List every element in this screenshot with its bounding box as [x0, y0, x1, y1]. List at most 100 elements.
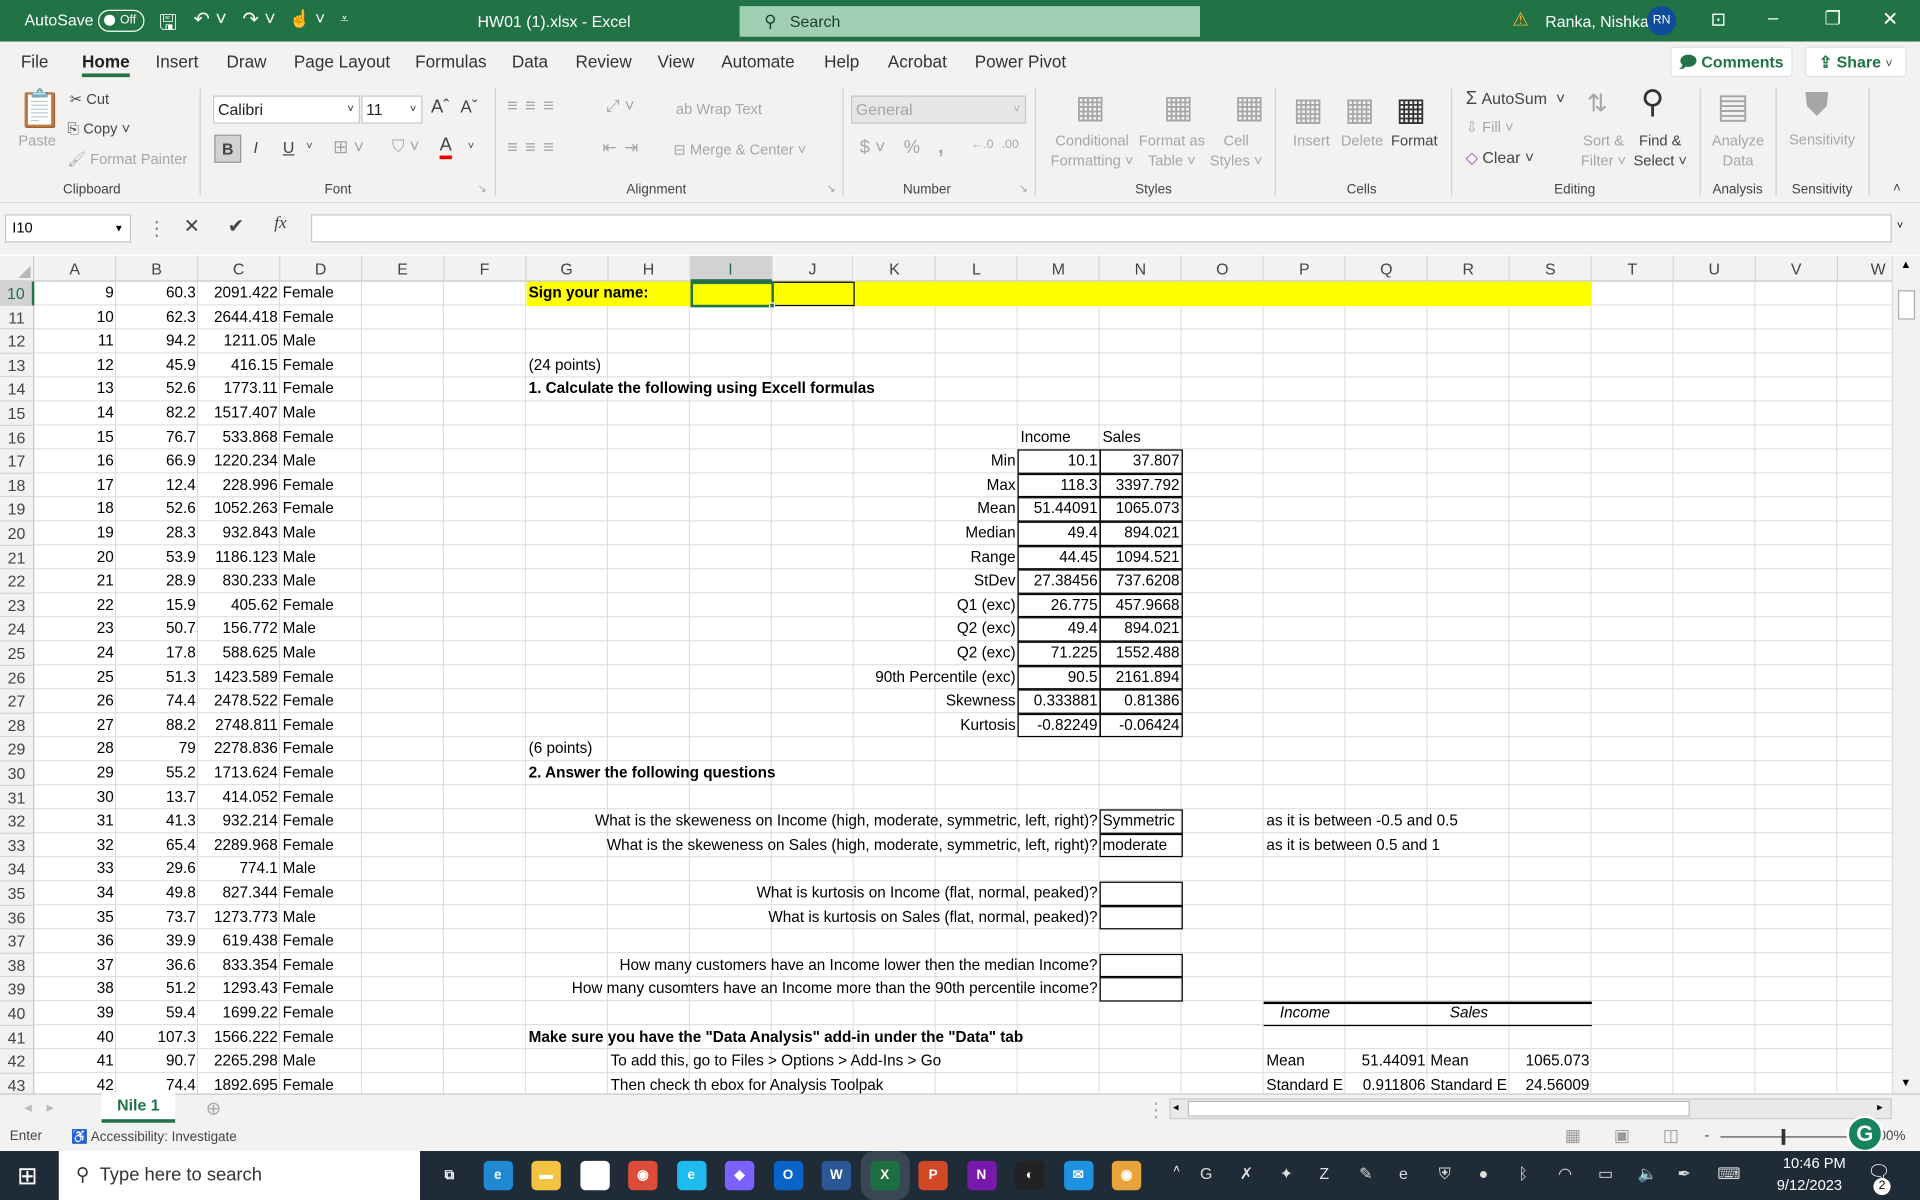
scroll-right-icon[interactable]: ▸ — [1877, 1101, 1883, 1114]
scroll-down-icon[interactable]: ▼ — [1900, 1076, 1911, 1088]
column-header-b[interactable]: B — [116, 255, 199, 282]
store-icon[interactable]: ⊞ — [579, 1160, 610, 1191]
accessibility-button[interactable]: ♿ Accessibility: Investigate — [71, 1129, 237, 1145]
expand-formula-icon[interactable]: ˅ — [1897, 219, 1903, 231]
column-header-v[interactable]: V — [1755, 255, 1838, 282]
active-cell-selection[interactable] — [690, 281, 774, 307]
horizontal-scrollbar[interactable]: ◂ ▸ — [1169, 1098, 1892, 1120]
sort-filter-icon[interactable]: ⇅ — [1587, 88, 1608, 119]
task-view-icon[interactable]: ⧉ — [434, 1160, 465, 1191]
save-icon[interactable]: 🖫 — [159, 7, 177, 43]
warning-icon[interactable]: ⚠ — [1512, 9, 1528, 31]
cancel-icon[interactable]: ✕ — [184, 214, 200, 238]
wifi-icon[interactable]: ◠ — [1558, 1164, 1572, 1184]
windows-start-icon[interactable]: ⊞ — [17, 1161, 38, 1192]
answer-field[interactable] — [1100, 881, 1184, 906]
clock-date[interactable]: 9/12/2023 — [1777, 1177, 1842, 1194]
sensitivity-icon[interactable]: ⛊ — [1805, 86, 1829, 125]
chevron-down-icon[interactable]: ˅ — [468, 140, 474, 152]
touch-mode-icon[interactable]: ☝ ˅ — [289, 9, 325, 30]
column-header-g[interactable]: G — [526, 255, 609, 282]
sensitivity-button[interactable]: Sensitivity — [1789, 131, 1855, 148]
teams-icon[interactable]: ◐ — [1015, 1160, 1045, 1191]
column-header-u[interactable]: U — [1673, 255, 1756, 282]
indent-icons[interactable]: ⇤⇥ — [602, 137, 645, 158]
conditional-formatting-button[interactable]: Conditional Formatting ˅ — [1051, 131, 1134, 170]
paste-button[interactable]: Paste — [18, 132, 56, 149]
powerpoint-icon[interactable]: P — [918, 1160, 948, 1191]
insert-cells-icon[interactable]: ▦ — [1293, 91, 1323, 129]
column-header-f[interactable]: F — [444, 255, 527, 282]
tab-review[interactable]: Review — [576, 51, 632, 71]
bluetooth-app-icon[interactable]: ✦ — [1280, 1164, 1293, 1184]
column-header-t[interactable]: T — [1591, 255, 1674, 282]
recorder-icon[interactable]: ● — [1479, 1164, 1489, 1182]
tab-help[interactable]: Help — [824, 51, 859, 71]
select-all-button[interactable] — [0, 255, 35, 282]
insert-function-icon[interactable]: fx — [274, 214, 286, 234]
bold-button[interactable]: B — [214, 134, 242, 163]
insert-cells-button[interactable]: Insert — [1293, 132, 1330, 149]
format-cells-icon[interactable]: ▦ — [1396, 91, 1426, 129]
column-header-o[interactable]: O — [1181, 255, 1264, 282]
conditional-formatting-icon[interactable]: ▦ — [1075, 88, 1105, 126]
avatar[interactable]: RN — [1646, 6, 1677, 36]
delete-cells-button[interactable]: Delete — [1341, 132, 1383, 149]
next-sheet-icon[interactable]: ▸ — [47, 1098, 54, 1115]
user-name[interactable]: Ranka, Nishka — [1545, 12, 1649, 30]
vertical-align-icons[interactable]: ≡≡≡ — [507, 96, 561, 117]
ribbon-display-icon[interactable]: ⊡ — [1711, 9, 1726, 31]
bluetooth-icon[interactable]: ᛒ — [1518, 1164, 1528, 1182]
search-box[interactable]: ⚲ Search — [739, 6, 1201, 37]
tab-formulas[interactable]: Formulas — [415, 51, 486, 71]
increase-decimal-icon[interactable]: ←.0 — [971, 138, 993, 151]
autosave-toggle[interactable]: Off — [97, 9, 145, 32]
fill-handle[interactable] — [768, 301, 775, 309]
redo-icon[interactable]: ↷ ˅ — [242, 7, 275, 31]
comma-icon[interactable]: , — [938, 135, 944, 159]
mail-icon[interactable]: ✉ — [1063, 1160, 1093, 1191]
column-header-a[interactable]: A — [34, 255, 117, 282]
number-format-select[interactable]: General ˅ — [851, 95, 1027, 124]
column-header-h[interactable]: H — [608, 255, 691, 282]
underline-button[interactable]: U — [283, 138, 294, 156]
word-icon[interactable]: W — [821, 1160, 852, 1191]
analyze-data-button[interactable]: Analyze Data — [1712, 131, 1764, 170]
column-header-e[interactable]: E — [362, 255, 445, 282]
grammarly-tray-icon[interactable]: G — [1200, 1164, 1212, 1182]
enter-icon[interactable]: ✔ — [228, 214, 244, 238]
pen-icon[interactable]: ✒ — [1678, 1164, 1691, 1184]
answer-field[interactable] — [1100, 977, 1184, 1002]
comments-button[interactable]: 🗩 Comments — [1670, 46, 1793, 78]
column-header-r[interactable]: R — [1427, 255, 1510, 282]
column-header-s[interactable]: S — [1509, 255, 1592, 282]
edge-icon[interactable]: e — [483, 1160, 513, 1191]
tab-insert[interactable]: Insert — [156, 51, 199, 71]
paste-icon[interactable]: 📋 — [17, 88, 63, 131]
file-explorer-icon[interactable]: ▬ — [531, 1160, 561, 1191]
delete-cells-icon[interactable]: ▦ — [1344, 91, 1374, 129]
analyze-data-icon[interactable]: ▤ — [1717, 86, 1749, 126]
add-sheet-icon[interactable]: ⊕ — [206, 1097, 221, 1119]
tab-home[interactable]: Home — [82, 51, 130, 78]
column-header-j[interactable]: J — [772, 255, 855, 282]
tab-draw[interactable]: Draw — [227, 51, 267, 71]
cells-area[interactable]: 9 60.3 2091.422 Female 10 62.3 2644.418 Female 1… — [34, 281, 1892, 1094]
zoom-slider-thumb[interactable] — [1781, 1128, 1786, 1145]
autosum-button[interactable]: Σ AutoSum ˅ — [1466, 88, 1565, 109]
splitter-icon[interactable]: ⋮ — [1146, 1098, 1166, 1122]
copilot-icon[interactable]: ◆ — [724, 1160, 755, 1191]
zoom-out-icon[interactable]: - — [1704, 1127, 1709, 1144]
close-icon[interactable]: ✕ — [1882, 7, 1898, 31]
column-header-c[interactable]: C — [198, 255, 281, 282]
horizontal-align-icons[interactable]: ≡≡≡ — [507, 137, 561, 158]
decrease-font-icon[interactable]: Aˇ — [460, 97, 477, 117]
sort-filter-button[interactable]: Sort & Filter ˅ — [1581, 131, 1626, 170]
answer-field[interactable] — [1100, 953, 1184, 978]
name-box[interactable]: I10 ▼ — [4, 214, 132, 243]
collapse-ribbon-icon[interactable]: ˄ — [1893, 181, 1901, 196]
cut-button[interactable]: ✂ Cut — [70, 91, 109, 108]
find-select-button[interactable]: Find & Select ˅ — [1633, 131, 1687, 170]
vertical-scroll-thumb[interactable] — [1897, 290, 1916, 320]
worksheet-grid[interactable]: ABCDEFGHIJKLMNOPQRSTUVW 10 11 12 13 14 15 16 17… — [0, 255, 1892, 1094]
